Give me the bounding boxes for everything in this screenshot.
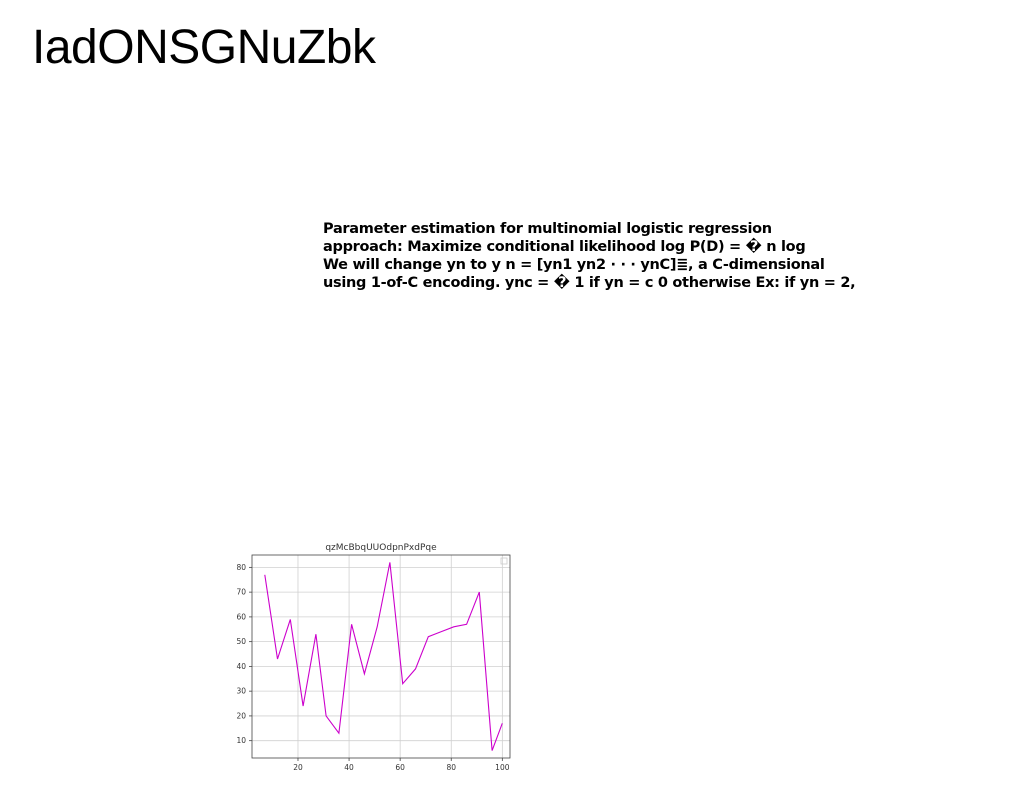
x-tick-label: 20 [293,763,303,772]
y-tick-label: 80 [236,563,246,572]
line-chart-svg: qzMcBbqUUOdpnPxdPqe 20 40 60 80 100 10 20 30 40 50… [236,543,511,772]
plot-frame [251,554,511,759]
line-chart: qzMcBbqUUOdpnPxdPqe 20 40 60 80 100 10 20 30 40 50… [226,538,526,778]
page-title: IadONSGNuZbk [32,21,376,74]
series-line [264,562,503,751]
y-tick-label: 40 [236,662,246,671]
x-tick-label: 40 [344,763,354,772]
text-line: Parameter estimation for multinomial log… [323,221,772,237]
y-tick-label: 70 [236,588,246,597]
y-tick-label: 10 [236,736,246,745]
x-tick-label: 80 [446,763,456,772]
text-line: We will change yn to y n = [yn1 yn2 · · … [323,257,825,273]
y-tick-label: 60 [236,612,246,621]
y-tick-label: 30 [236,687,246,696]
y-tick-label: 20 [236,711,246,720]
text-excerpt: Parameter estimation for multinomial log… [323,220,883,292]
chart-title: qzMcBbqUUOdpnPxdPqe [325,543,437,553]
x-tick-label: 100 [495,763,510,772]
text-line: using 1-of-C encoding. ync = � 1 if yn =… [323,275,856,291]
y-tick-label: 50 [236,637,246,646]
x-tick-label: 60 [395,763,405,772]
legend-box [500,557,508,565]
text-line: approach: Maximize conditional likelihoo… [323,239,806,255]
